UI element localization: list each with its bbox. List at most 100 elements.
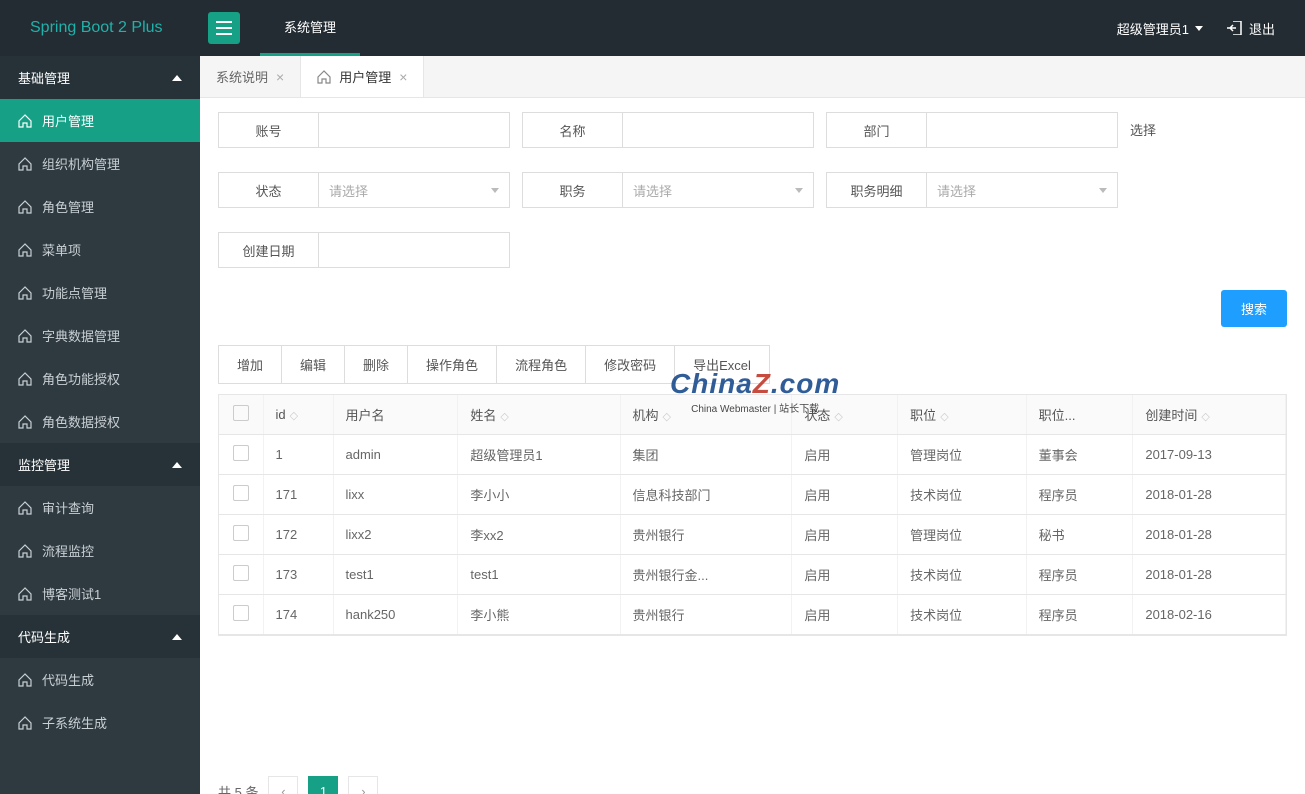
sidebar-section-label: 代码生成 <box>18 627 70 646</box>
field-label: 创建日期 <box>219 233 319 267</box>
job-select[interactable]: 请选择 <box>623 173 813 207</box>
sidebar-item-label: 审计查询 <box>42 498 94 517</box>
col-id[interactable]: id◇ <box>263 395 333 435</box>
toolbar: 增加 编辑 删除 操作角色 流程角色 修改密码 导出Excel <box>218 345 1287 384</box>
header: Spring Boot 2 Plus 系统管理 超级管理员1 退出 <box>0 0 1305 56</box>
sidebar-item-dict[interactable]: 字典数据管理 <box>0 314 200 357</box>
tab-system-info[interactable]: 系统说明 × <box>200 56 301 97</box>
dept-select-link[interactable]: 选择 <box>1130 112 1156 148</box>
tab-user-mgmt[interactable]: 用户管理 × <box>301 56 424 97</box>
col-username[interactable]: 用户名 <box>333 395 458 435</box>
col-label: 姓名 <box>470 408 496 423</box>
field-label: 状态 <box>219 173 319 207</box>
table-row[interactable]: 1admin超级管理员1集团启用管理岗位董事会2017-09-13 <box>219 435 1286 475</box>
cell-org: 贵州银行 <box>620 515 792 555</box>
sidebar-item-subsys-gen[interactable]: 子系统生成 <box>0 701 200 744</box>
cell-org: 贵州银行金... <box>620 555 792 595</box>
row-checkbox[interactable] <box>233 605 249 621</box>
house-icon <box>18 243 32 257</box>
account-input[interactable] <box>319 113 509 147</box>
user-menu[interactable]: 超级管理员1 <box>1117 19 1203 38</box>
sidebar-section-codegen[interactable]: 代码生成 <box>0 615 200 658</box>
col-status[interactable]: 状态◇ <box>792 395 898 435</box>
cell-name: 李小小 <box>458 475 620 515</box>
export-excel-button[interactable]: 导出Excel <box>675 345 770 384</box>
cell-status: 启用 <box>792 435 898 475</box>
cell-status: 启用 <box>792 475 898 515</box>
cell-jobd: 程序员 <box>1026 475 1133 515</box>
cell-jobd: 程序员 <box>1026 595 1133 635</box>
row-checkbox[interactable] <box>233 565 249 581</box>
name-input[interactable] <box>623 113 813 147</box>
sidebar-item-blog-test[interactable]: 博客测试1 <box>0 572 200 615</box>
row-checkbox[interactable] <box>233 485 249 501</box>
sidebar-section-basic[interactable]: 基础管理 <box>0 56 200 99</box>
sidebar-item-menu[interactable]: 菜单项 <box>0 228 200 271</box>
logout-button[interactable]: 退出 <box>1227 19 1275 38</box>
delete-button[interactable]: 删除 <box>345 345 408 384</box>
sidebar-item-codegen[interactable]: 代码生成 <box>0 658 200 701</box>
dept-input[interactable] <box>927 113 1117 147</box>
table-row[interactable]: 171lixx李小小信息科技部门启用技术岗位程序员2018-01-28 <box>219 475 1286 515</box>
cell-jobd: 秘书 <box>1026 515 1133 555</box>
status-select[interactable]: 请选择 <box>319 173 509 207</box>
col-job[interactable]: 职位◇ <box>898 395 1026 435</box>
cell-date: 2018-01-28 <box>1133 555 1286 595</box>
row-checkbox[interactable] <box>233 525 249 541</box>
chevron-down-icon <box>795 188 803 193</box>
flow-role-button[interactable]: 流程角色 <box>497 345 586 384</box>
row-checkbox[interactable] <box>233 445 249 461</box>
col-name[interactable]: 姓名◇ <box>458 395 620 435</box>
sidebar-item-label: 组织机构管理 <box>42 154 120 173</box>
sidebar-item-audit[interactable]: 审计查询 <box>0 486 200 529</box>
cell-job: 管理岗位 <box>898 435 1026 475</box>
cell-name: 超级管理员1 <box>458 435 620 475</box>
close-icon[interactable]: × <box>399 69 407 85</box>
pager-total: 共 5 条 <box>218 782 258 794</box>
select-placeholder: 请选择 <box>937 181 976 200</box>
op-role-button[interactable]: 操作角色 <box>408 345 497 384</box>
table-row[interactable]: 173test1test1贵州银行金...启用技术岗位程序员2018-01-28 <box>219 555 1286 595</box>
sidebar-item-function[interactable]: 功能点管理 <box>0 271 200 314</box>
create-date-input[interactable] <box>319 233 509 267</box>
col-jobd[interactable]: 职位... <box>1026 395 1133 435</box>
job-detail-select[interactable]: 请选择 <box>927 173 1117 207</box>
menu-icon <box>216 21 232 35</box>
table-row[interactable]: 172lixx2李xx2贵州银行启用管理岗位秘书2018-01-28 <box>219 515 1286 555</box>
sort-icon: ◇ <box>1201 411 1209 423</box>
select-all-checkbox[interactable] <box>233 405 249 421</box>
pager-page-button[interactable]: 1 <box>308 776 338 794</box>
field-label: 账号 <box>219 113 319 147</box>
logout-label: 退出 <box>1249 19 1275 38</box>
change-pwd-button[interactable]: 修改密码 <box>586 345 675 384</box>
sidebar-item-org-mgmt[interactable]: 组织机构管理 <box>0 142 200 185</box>
sidebar-item-flow[interactable]: 流程监控 <box>0 529 200 572</box>
sidebar-item-role-mgmt[interactable]: 角色管理 <box>0 185 200 228</box>
field-status: 状态 请选择 <box>218 172 510 208</box>
pager-prev-button[interactable]: ‹ <box>268 776 298 794</box>
pager-next-button[interactable]: › <box>348 776 378 794</box>
col-label: 机构 <box>633 408 659 423</box>
sidebar-section-monitor[interactable]: 监控管理 <box>0 443 200 486</box>
menu-toggle-button[interactable] <box>208 12 240 44</box>
sidebar-item-user-mgmt[interactable]: 用户管理 <box>0 99 200 142</box>
col-date[interactable]: 创建时间◇ <box>1133 395 1286 435</box>
house-icon <box>18 501 32 515</box>
search-button[interactable]: 搜索 <box>1221 290 1287 327</box>
cell-date: 2018-01-28 <box>1133 475 1286 515</box>
field-name: 名称 <box>522 112 814 148</box>
table-row[interactable]: 174hank250李小熊贵州银行启用技术岗位程序员2018-02-16 <box>219 595 1286 635</box>
house-icon <box>18 329 32 343</box>
edit-button[interactable]: 编辑 <box>282 345 345 384</box>
col-org[interactable]: 机构◇ <box>620 395 792 435</box>
add-button[interactable]: 增加 <box>218 345 282 384</box>
select-placeholder: 请选择 <box>633 181 672 200</box>
close-icon[interactable]: × <box>276 69 284 85</box>
sidebar-item-role-data[interactable]: 角色数据授权 <box>0 400 200 443</box>
top-nav-system[interactable]: 系统管理 <box>260 0 360 56</box>
sidebar-item-label: 角色管理 <box>42 197 94 216</box>
house-icon <box>18 157 32 171</box>
house-icon <box>18 114 32 128</box>
cell-id: 171 <box>263 475 333 515</box>
sidebar-item-role-func[interactable]: 角色功能授权 <box>0 357 200 400</box>
